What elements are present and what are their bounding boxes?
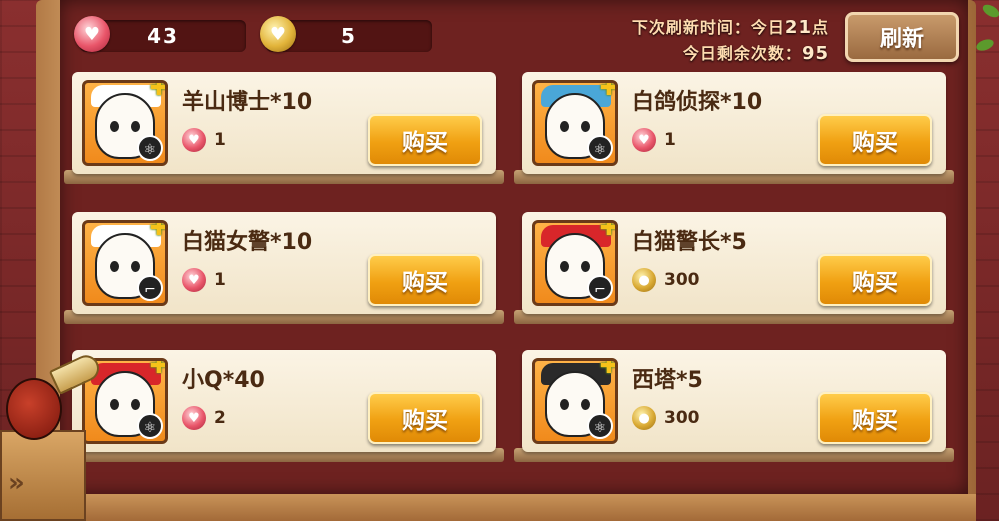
gold-balance: ♥ 5	[260, 16, 432, 52]
item-panel: ✚ ⌐ 白猫女警*10 ♥ 1 购买	[72, 212, 496, 314]
item-panel: ✚ ⚛ 小Q*40 ♥ 2 购买	[72, 350, 496, 452]
remaining-refreshes: 今日剩余次数：95	[682, 43, 829, 64]
gold-coin-icon: ●	[632, 406, 656, 430]
item-price-value: 2	[214, 408, 226, 428]
buy-button[interactable]: 购买	[368, 254, 482, 306]
bottom-plank	[36, 494, 976, 521]
gem-icon: ♥	[632, 128, 656, 152]
gold-coin-icon: ●	[632, 268, 656, 292]
buy-button[interactable]: 购买	[368, 114, 482, 166]
character-avatar[interactable]: ✚ ⚛	[532, 358, 618, 444]
buy-button[interactable]: 购买	[818, 254, 932, 306]
shop-item-card: ✚ ⌐ 白猫女警*10 ♥ 1 购买	[64, 212, 504, 324]
gem-icon: ♥	[182, 406, 206, 430]
item-price-value: 1	[664, 130, 676, 150]
ladybug-mascot: »	[0, 351, 104, 521]
buy-button[interactable]: 购买	[368, 392, 482, 444]
plus-icon: ✚	[599, 80, 618, 101]
item-price: ♥ 1	[182, 126, 226, 154]
item-price-value: 1	[214, 270, 226, 290]
shop-item-card: ✚ ⚛ 西塔*5 ● 300 购买	[514, 350, 954, 462]
gun-icon: ⌐	[137, 275, 163, 301]
gem-icon: ♥	[182, 268, 206, 292]
plus-icon: ✚	[149, 80, 168, 101]
item-panel: ✚ ⚛ 白鸽侦探*10 ♥ 1 购买	[522, 72, 946, 174]
atom-icon: ⚛	[137, 135, 163, 161]
item-price: ● 300	[632, 266, 700, 294]
item-price-value: 300	[664, 408, 700, 428]
plus-icon: ✚	[149, 220, 168, 241]
character-avatar[interactable]: ✚ ⚛	[82, 80, 168, 166]
item-name: 西塔*5	[632, 368, 703, 393]
item-panel: ✚ ⚛ 西塔*5 ● 300 购买	[522, 350, 946, 452]
item-price-value: 1	[214, 130, 226, 150]
ladybug-icon	[6, 378, 62, 440]
fast-forward-icon[interactable]: »	[8, 468, 25, 498]
shop-item-card: ✚ ⌐ 白猫警长*5 ● 300 购买	[514, 212, 954, 324]
buy-button[interactable]: 购买	[818, 114, 932, 166]
gem-icon: ♥	[182, 128, 206, 152]
item-name: 白鸽侦探*10	[632, 90, 763, 115]
plus-icon: ✚	[599, 358, 618, 379]
atom-icon: ⚛	[587, 413, 613, 439]
item-name: 白猫警长*5	[632, 230, 747, 255]
gun-icon: ⌐	[587, 275, 613, 301]
item-price: ♥ 1	[632, 126, 676, 154]
character-avatar[interactable]: ✚ ⌐	[532, 220, 618, 306]
buy-button[interactable]: 购买	[818, 392, 932, 444]
item-name: 羊山博士*10	[182, 90, 313, 115]
item-price-value: 300	[664, 270, 700, 290]
next-refresh-time: 下次刷新时间：今日21点	[631, 17, 829, 38]
item-panel: ✚ ⚛ 羊山博士*10 ♥ 1 购买	[72, 72, 496, 174]
refresh-button[interactable]: 刷新	[845, 12, 959, 62]
gem-balance-value: 43	[147, 24, 179, 48]
item-name: 白猫女警*10	[182, 230, 313, 255]
item-price: ♥ 2	[182, 404, 226, 432]
shop-item-card: ✚ ⚛ 小Q*40 ♥ 2 购买	[64, 350, 504, 462]
gem-balance: ♥ 43	[74, 16, 246, 52]
atom-icon: ⚛	[137, 413, 163, 439]
character-avatar[interactable]: ✚ ⚛	[532, 80, 618, 166]
gold-balance-value: 5	[341, 24, 357, 48]
atom-icon: ⚛	[587, 135, 613, 161]
character-avatar[interactable]: ✚ ⌐	[82, 220, 168, 306]
shop-item-card: ✚ ⚛ 白鸽侦探*10 ♥ 1 购买	[514, 72, 954, 184]
plus-icon: ✚	[149, 358, 168, 379]
item-name: 小Q*40	[182, 368, 265, 393]
item-price: ● 300	[632, 404, 700, 432]
plus-icon: ✚	[599, 220, 618, 241]
item-price: ♥ 1	[182, 266, 226, 294]
shop-item-card: ✚ ⚛ 羊山博士*10 ♥ 1 购买	[64, 72, 504, 184]
item-panel: ✚ ⌐ 白猫警长*5 ● 300 购买	[522, 212, 946, 314]
